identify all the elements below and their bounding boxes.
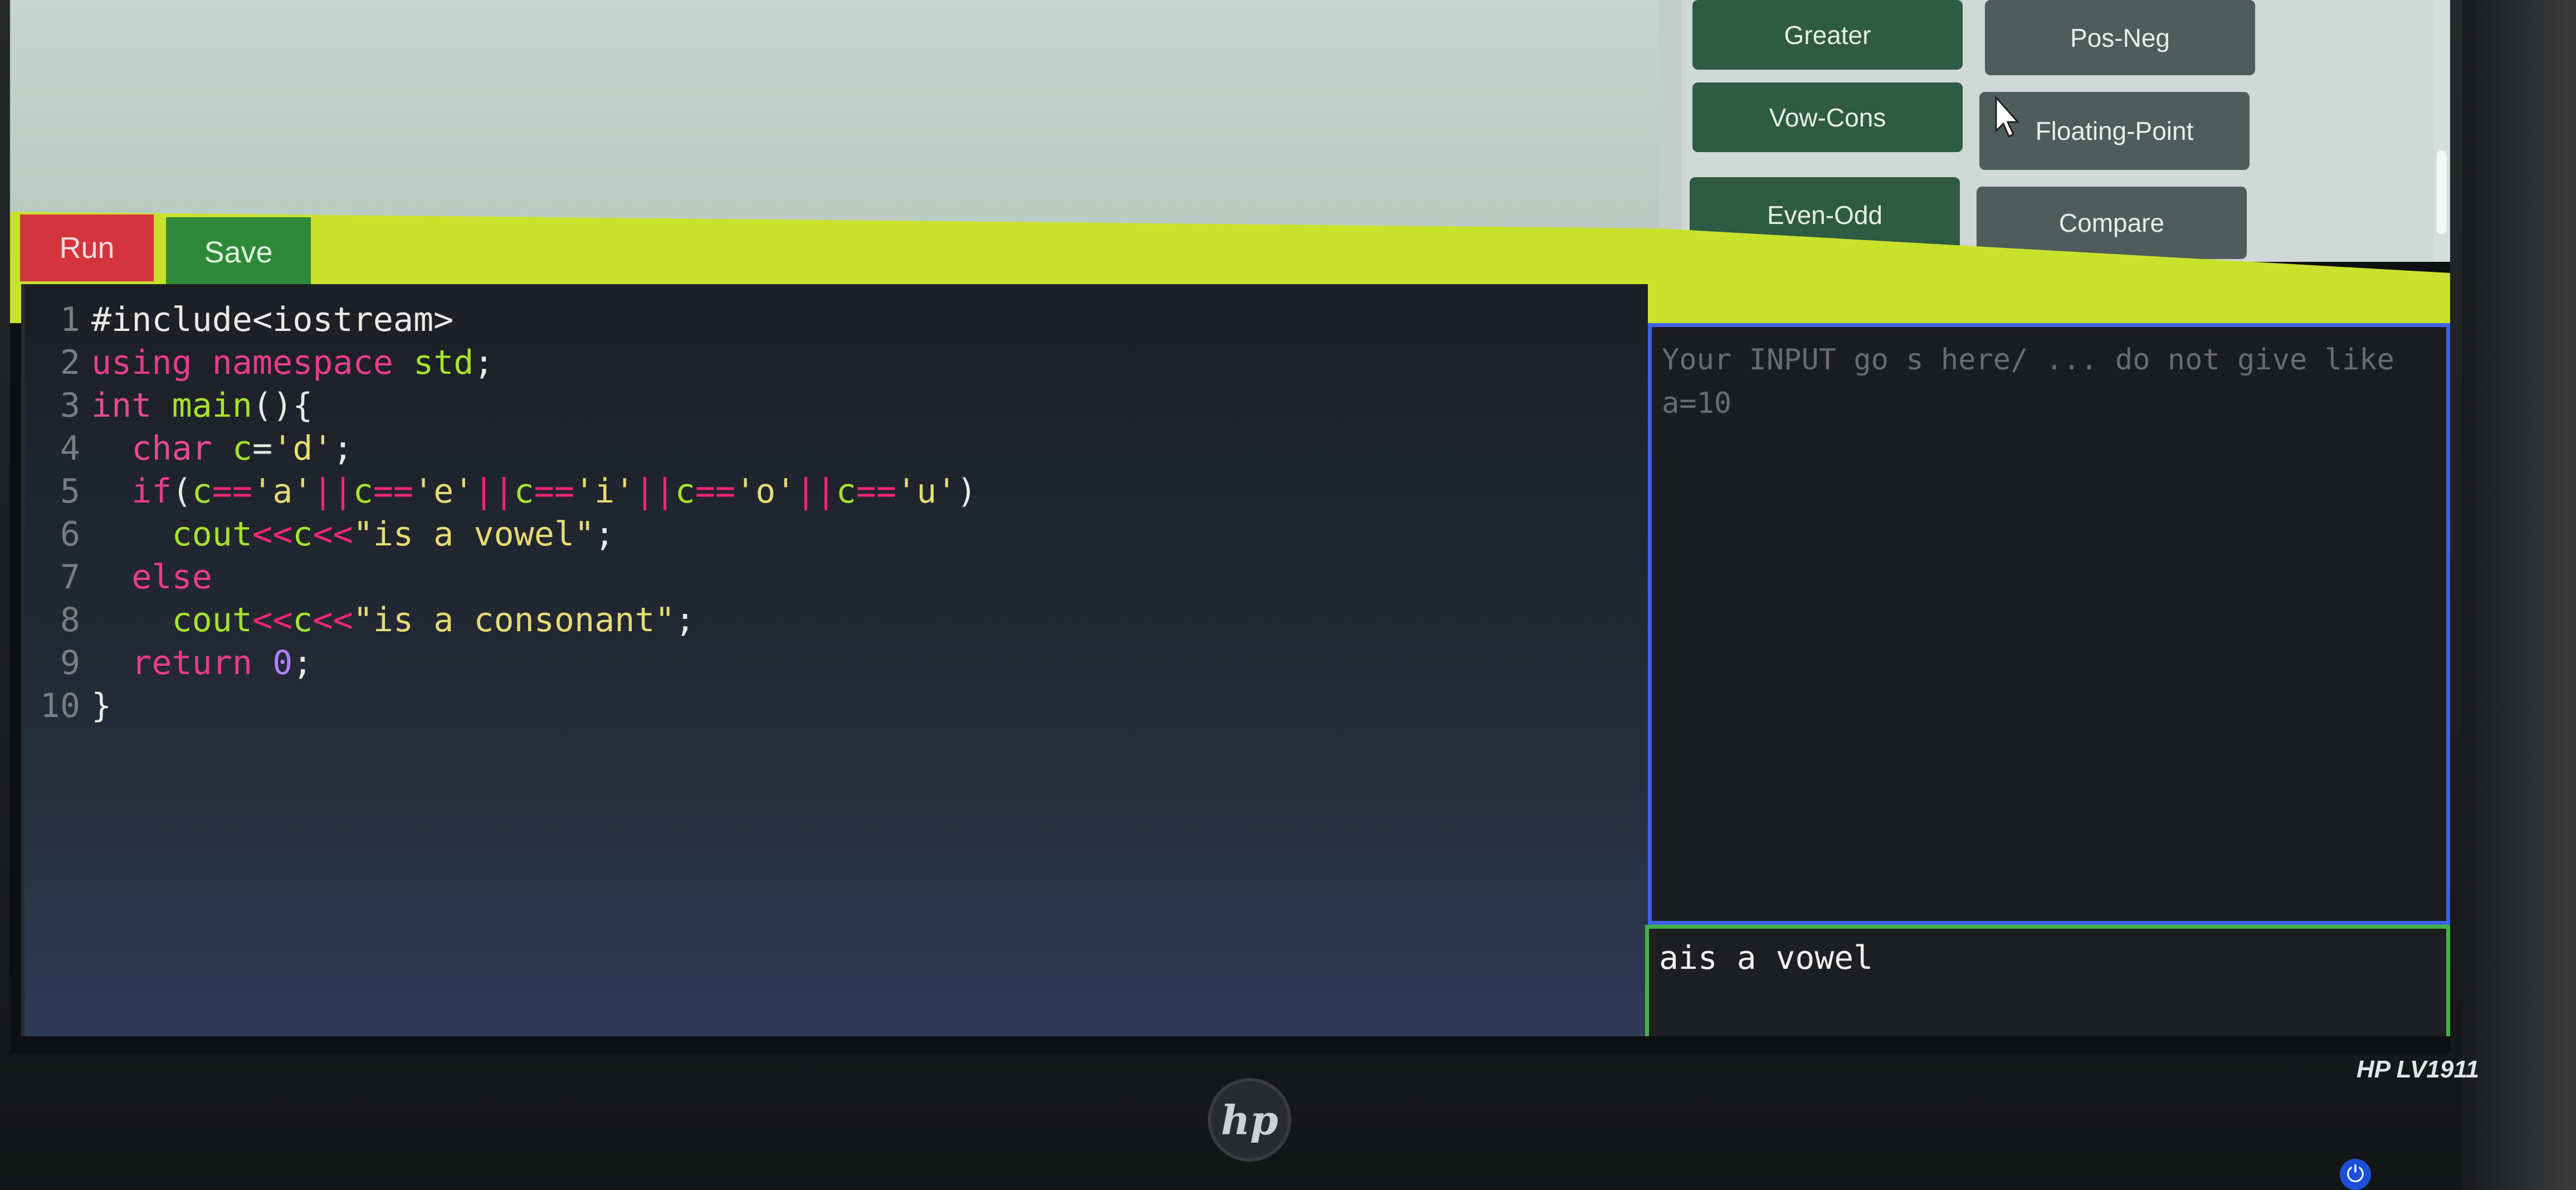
- code-text: #include<iostream>: [91, 300, 454, 339]
- save-button[interactable]: Save: [166, 217, 311, 287]
- mouse-pointer-icon: [1995, 95, 2020, 138]
- code-lines: 1 #include<iostream> 2 using namespace std;…: [25, 298, 977, 727]
- monitor-side: [2462, 0, 2576, 1190]
- input-textarea[interactable]: Your INPUT go s here/ ... do not give li…: [1648, 323, 2450, 925]
- line-number: 2: [60, 343, 80, 382]
- snippet-pos-neg-button[interactable]: Pos-Neg: [1985, 0, 2255, 75]
- code-editor[interactable]: 1 #include<iostream> 2 using namespace std;…: [21, 284, 1648, 1036]
- screen: Greater Pos-Neg Vow-Cons Floating-Point …: [10, 0, 2450, 1053]
- code-line[interactable]: 10}: [25, 684, 977, 727]
- snippet-label: Greater: [1784, 20, 1871, 50]
- code-line[interactable]: 6 cout<<c<<"is a vowel";: [25, 513, 977, 555]
- line-number: 7: [60, 557, 80, 597]
- snippet-vow-cons-button[interactable]: Vow-Cons: [1692, 82, 1963, 152]
- code-text: return 0;: [131, 643, 313, 682]
- snippet-label: Compare: [2058, 208, 2165, 237]
- hp-logo-text: hp: [1221, 1096, 1279, 1144]
- save-label: Save: [204, 235, 273, 269]
- top-panel: [10, 0, 1659, 231]
- line-number: 3: [60, 386, 80, 425]
- snippet-greater-button[interactable]: Greater: [1692, 0, 1963, 70]
- run-button[interactable]: Run: [20, 214, 154, 281]
- code-line[interactable]: 3 int main(){: [25, 384, 977, 427]
- scrollbar-thumb[interactable]: [2437, 150, 2447, 234]
- power-icon[interactable]: ⏻: [2340, 1159, 2371, 1190]
- code-text: using namespace std;: [91, 343, 494, 382]
- code-text: else: [131, 557, 212, 597]
- input-placeholder: Your INPUT go s here/ ... do not give li…: [1662, 343, 2412, 420]
- output-panel: ais a vowel: [1645, 925, 2450, 1036]
- snippet-label: Even-Odd: [1767, 200, 1883, 230]
- snippet-label: Pos-Neg: [2070, 23, 2170, 52]
- code-line[interactable]: 5 if(c=='a'||c=='e'||c=='i'||c=='o'||c==…: [25, 470, 977, 513]
- code-text: int main(){: [91, 386, 313, 425]
- code-line[interactable]: 4 char c='d';: [25, 427, 977, 470]
- code-line[interactable]: 7 else: [25, 555, 977, 598]
- snippet-label: Floating-Point: [2035, 116, 2194, 145]
- output-text: ais a vowel: [1659, 939, 1874, 977]
- line-number: 9: [60, 643, 80, 682]
- line-number: 1: [60, 300, 80, 339]
- line-number: 4: [60, 428, 80, 468]
- run-label: Run: [59, 231, 115, 265]
- code-line[interactable]: 8 cout<<c<<"is a consonant";: [25, 598, 977, 641]
- code-line[interactable]: 9 return 0;: [25, 641, 977, 684]
- hp-logo: hp: [1208, 1078, 1291, 1162]
- code-text: if(c=='a'||c=='e'||c=='i'||c=='o'||c=='u…: [131, 471, 977, 511]
- code-line[interactable]: 1 #include<iostream>: [25, 298, 977, 341]
- code-text: cout<<c<<"is a vowel";: [172, 514, 615, 554]
- line-number: 6: [60, 514, 80, 554]
- line-number: 10: [40, 686, 80, 725]
- code-text: char c='d';: [131, 428, 353, 468]
- line-number: 5: [60, 471, 80, 511]
- snippet-label: Vow-Cons: [1769, 103, 1886, 132]
- code-text: }: [91, 686, 112, 725]
- monitor-model-label: HP LV1911: [2357, 1056, 2480, 1083]
- snippet-compare-button[interactable]: Compare: [1977, 187, 2247, 259]
- code-line[interactable]: 2 using namespace std;: [25, 341, 977, 384]
- line-number: 8: [60, 600, 80, 640]
- code-text: cout<<c<<"is a consonant";: [172, 600, 695, 640]
